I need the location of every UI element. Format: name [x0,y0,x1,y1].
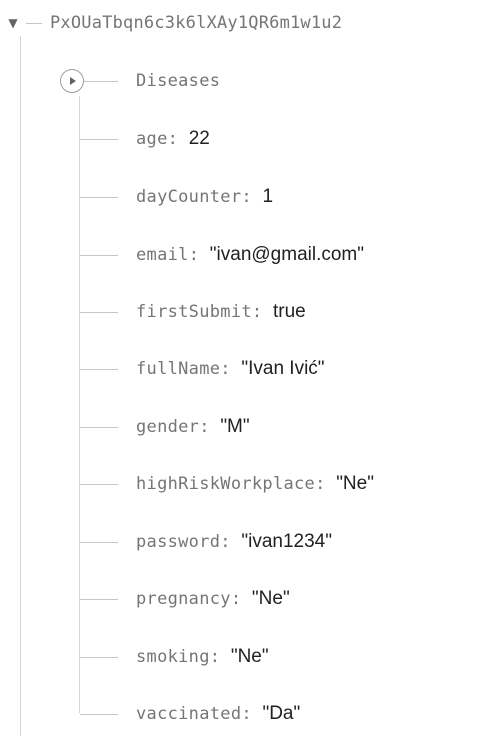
branch-line [80,599,118,600]
field-key: vaccinated [136,704,242,724]
branch-line [80,657,118,658]
field-separator: : [220,532,231,552]
branch-line [80,312,118,313]
field-separator: : [251,302,263,322]
branch-line [80,542,118,543]
caret-down-icon[interactable]: ▼ [0,6,26,40]
field-value: "M" [220,416,250,437]
tree-guide-line [20,36,21,736]
branch-line [80,369,118,370]
field-separator: : [167,129,179,149]
field-value: "ivan@gmail.com" [209,244,364,265]
field-value: true [272,301,306,322]
branch-line [80,427,118,428]
field-value: "ivan1234" [241,531,332,552]
field-key-container: highRiskWorkplace: "Ne" [136,473,374,495]
document-tree: ▼ PxOUaTbqn6c3k6lXAy1QR6m1w1u2 Diseases … [0,0,502,736]
field-separator: : [209,647,221,667]
field-key-container: pregnancy: "Ne" [136,588,290,610]
field-value: "Ivan Ivić" [241,358,325,379]
field-key: fullName [136,359,221,379]
field-key: smoking [136,647,210,667]
field-key-container: age: 22 [136,128,210,150]
field-key-container: dayCounter: 1 [136,186,273,208]
caret-right-icon[interactable] [60,69,84,93]
field-key-container: email: "ivan@gmail.com" [136,244,364,266]
branch-line [80,255,118,256]
field-separator: : [241,187,252,207]
field-separator: : [241,704,252,724]
field-key-container: smoking: "Ne" [136,646,269,668]
field-key: highRiskWorkplace [136,474,316,494]
field-value: "Ne" [336,473,374,494]
field-key: gender [136,417,200,437]
field-key: email [136,245,189,265]
field-key-container: vaccinated: "Da" [136,703,300,725]
field-key-container: firstSubmit: true [136,301,306,323]
field-separator: : [230,589,242,609]
field-key-container: password: "ivan1234" [136,531,332,553]
field-value: "Da" [262,703,301,724]
field-value: "Ne" [230,646,269,667]
branch-line [80,139,118,140]
field-separator: : [188,245,200,265]
branch-line [26,22,42,24]
field-separator: : [220,359,231,379]
field-key: age [136,129,168,149]
branch-line [80,714,118,715]
fields-guide-line [79,96,80,713]
field-separator: : [199,417,210,437]
branch-line [80,197,118,198]
field-value: 22 [188,128,210,149]
field-key: pregnancy [136,589,231,609]
document-node[interactable]: ▼ PxOUaTbqn6c3k6lXAy1QR6m1w1u2 [0,6,342,40]
document-id[interactable]: PxOUaTbqn6c3k6lXAy1QR6m1w1u2 [50,13,342,33]
field-value: "Ne" [251,588,290,609]
collection-label[interactable]: Diseases [136,71,220,91]
field-key: firstSubmit [136,302,252,322]
field-key-container: gender: "M" [136,416,250,438]
field-key: password [136,532,221,552]
branch-line [80,484,118,485]
branch-line [84,81,118,82]
field-value: 1 [262,186,274,207]
field-key-container: fullName: "Ivan Ivić" [136,358,325,380]
field-separator: : [315,474,326,494]
field-key: dayCounter [136,187,242,207]
